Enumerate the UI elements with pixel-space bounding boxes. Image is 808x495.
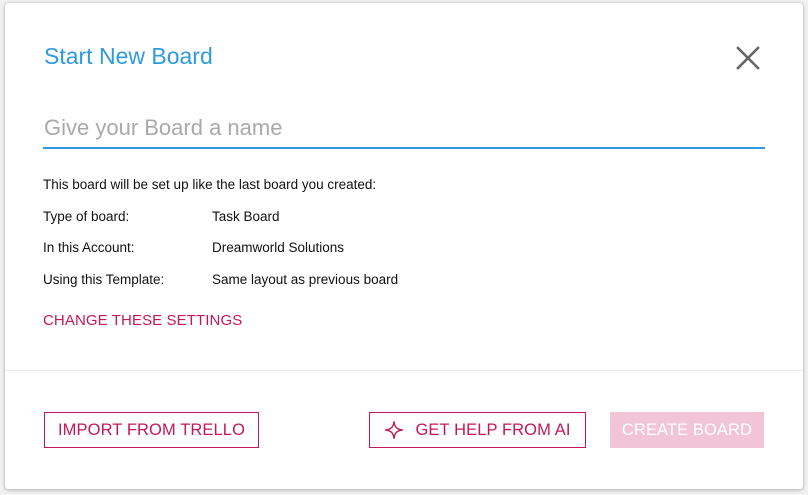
footer-divider bbox=[5, 370, 803, 371]
settings-intro-text: This board will be set up like the last … bbox=[43, 177, 377, 192]
close-button[interactable] bbox=[731, 41, 765, 75]
start-new-board-dialog: Start New Board This board will be set u… bbox=[5, 3, 803, 489]
close-icon bbox=[736, 46, 760, 70]
dialog-title: Start New Board bbox=[44, 43, 213, 69]
setting-label: Type of board: bbox=[43, 209, 130, 224]
setting-label: Using this Template: bbox=[43, 272, 165, 287]
change-settings-link[interactable]: CHANGE THESE SETTINGS bbox=[43, 312, 242, 329]
create-board-button[interactable]: CREATE BOARD bbox=[610, 412, 764, 448]
ai-button-label: GET HELP FROM AI bbox=[415, 420, 571, 439]
setting-value: Dreamworld Solutions bbox=[212, 240, 345, 255]
create-button-label: CREATE BOARD bbox=[621, 420, 753, 439]
setting-value: Task Board bbox=[212, 209, 280, 224]
setting-label: In this Account: bbox=[43, 240, 135, 255]
sparkle-icon bbox=[384, 420, 404, 440]
setting-value: Same layout as previous board bbox=[212, 272, 399, 287]
get-help-from-ai-button[interactable]: GET HELP FROM AI bbox=[369, 412, 586, 448]
import-from-trello-button[interactable]: IMPORT FROM TRELLO bbox=[44, 412, 259, 448]
board-name-input[interactable] bbox=[43, 109, 765, 149]
import-button-label: IMPORT FROM TRELLO bbox=[58, 420, 245, 439]
